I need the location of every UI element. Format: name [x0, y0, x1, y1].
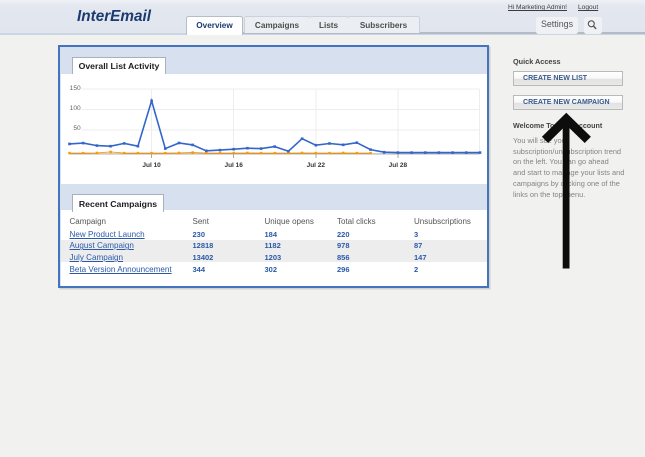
svg-text:100: 100	[70, 105, 81, 112]
svg-text:Jul 16: Jul 16	[224, 162, 243, 169]
svg-text:50: 50	[73, 125, 81, 132]
svg-text:Jul 22: Jul 22	[307, 162, 326, 169]
svg-text:150: 150	[70, 85, 81, 92]
svg-text:Jul 28: Jul 28	[389, 162, 408, 169]
svg-text:Jul 10: Jul 10	[142, 162, 161, 169]
